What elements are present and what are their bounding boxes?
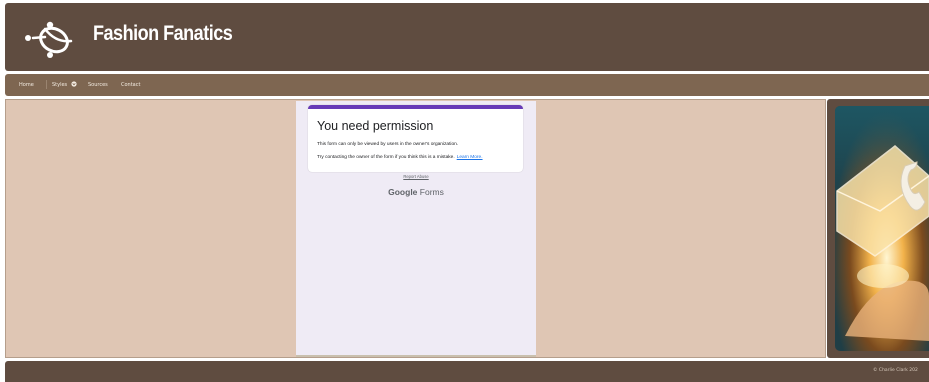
permission-hint-text: Try contacting the owner of the form if … <box>317 155 455 160</box>
permission-title: You need permission <box>317 119 434 133</box>
permission-card: You need permission This form can only b… <box>308 105 523 172</box>
sidebar-image <box>835 106 929 351</box>
embedded-form-frame[interactable]: You need permission This form can only b… <box>296 101 536 357</box>
site-header: Fashion Fanatics <box>5 3 929 71</box>
nav-item-styles-label: Styles <box>52 82 68 88</box>
google-brand: Google <box>388 187 418 197</box>
learn-more-link[interactable]: Learn More. <box>457 155 483 160</box>
permission-hint: Try contacting the owner of the form if … <box>317 155 483 160</box>
nav-item-styles[interactable]: Styles <box>52 81 77 89</box>
site-title[interactable]: Fashion Fanatics <box>93 22 233 46</box>
google-forms-logo[interactable]: Google Forms <box>296 187 536 197</box>
nav-item-home[interactable]: Home <box>19 81 34 89</box>
logo-icon[interactable] <box>23 15 75 61</box>
copyright-text: © Charlie Clark 202 <box>873 368 918 373</box>
chevron-down-icon <box>71 81 77 87</box>
frame-bottom-edge <box>296 355 536 357</box>
forms-product: Forms <box>419 187 444 197</box>
nav-item-sources[interactable]: Sources <box>88 81 108 89</box>
nav-divider <box>46 80 47 89</box>
permission-message: This form can only be viewed by users in… <box>317 142 459 147</box>
main-nav: Home Styles Sources Contact <box>5 74 929 96</box>
site-footer: © Charlie Clark 202 <box>5 361 929 382</box>
envelope-phone-hand-image <box>835 106 929 351</box>
report-abuse-link[interactable]: Report Abuse <box>296 174 536 179</box>
sidebar <box>827 99 929 358</box>
nav-item-contact[interactable]: Contact <box>121 81 140 89</box>
